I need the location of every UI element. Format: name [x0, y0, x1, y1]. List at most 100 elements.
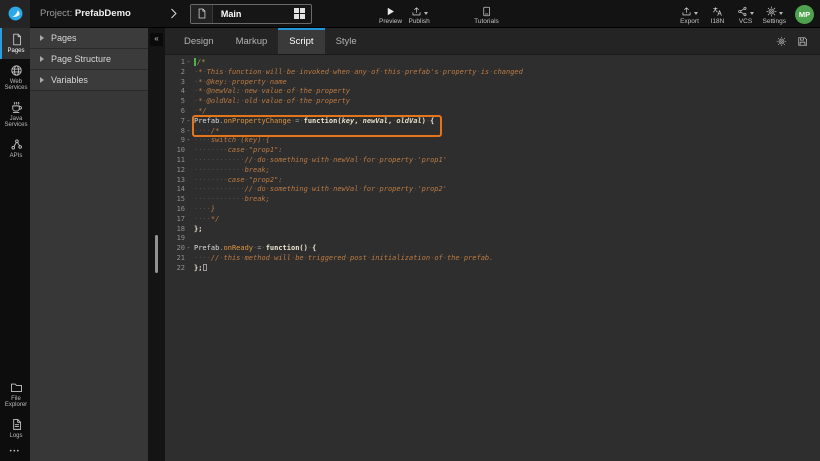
fold-marker[interactable]: -	[185, 127, 192, 137]
page-icon	[191, 5, 213, 23]
rail-item-file-explorer[interactable]: File Explorer	[0, 376, 30, 413]
fold-marker[interactable]: -	[185, 136, 192, 146]
code-line-3: 3·*·@key:·property·name	[165, 78, 820, 88]
i18n-button[interactable]: I18N	[704, 3, 732, 25]
fold-marker	[185, 87, 192, 97]
code-line-18: 18};	[165, 225, 820, 235]
caret-down-icon	[694, 12, 698, 15]
code-editor[interactable]: 1-/*2·*·This·function·will·be·invoked·wh…	[165, 55, 820, 461]
accordion-pages[interactable]: Pages	[30, 28, 148, 49]
tab-markup[interactable]: Markup	[225, 28, 279, 54]
code-lines: 1-/*2·*·This·function·will·be·invoked·wh…	[165, 58, 820, 274]
code-text: ····}	[192, 205, 215, 215]
caret-down-icon	[750, 12, 754, 15]
page-grid-icon[interactable]	[289, 8, 311, 19]
splitter-thumb[interactable]	[155, 235, 158, 273]
fold-marker[interactable]: -	[185, 58, 192, 68]
settings-button[interactable]: Settings	[760, 3, 790, 25]
export-label: Export	[680, 18, 699, 25]
branch-icon	[737, 6, 748, 17]
code-line-11: 11············//·do·something·with·newVa…	[165, 156, 820, 166]
code-text: ····//·this·method·will·be·triggered·pos…	[192, 254, 493, 264]
code-line-15: 15············break;	[165, 195, 820, 205]
panel-collapse-button[interactable]: «	[150, 33, 163, 46]
publish-label: Publish	[408, 18, 429, 25]
rail-item-web-services[interactable]: Web Services	[0, 59, 30, 96]
code-line-16: 16 ····}	[165, 205, 820, 215]
page-selector-value: Main	[213, 9, 289, 19]
publish-button[interactable]: Publish	[405, 3, 433, 25]
folder-icon	[10, 381, 23, 394]
line-number: 20	[165, 244, 185, 254]
fold-marker	[185, 185, 192, 195]
fold-marker	[185, 234, 192, 244]
line-number: 1	[165, 58, 185, 68]
fold-marker[interactable]: -	[185, 244, 192, 254]
line-number: 12	[165, 166, 185, 176]
code-line-6: 6·*/	[165, 107, 820, 117]
code-text: ····/*	[192, 127, 219, 137]
line-number: 21	[165, 254, 185, 264]
code-text: ········case·"prop1":	[192, 146, 283, 156]
panel-splitter[interactable]: «	[148, 28, 165, 461]
rail-bottom-items: File ExplorerLogs•••	[0, 376, 30, 458]
rail-item-java-services[interactable]: Java Services	[0, 96, 30, 133]
line-number: 7	[165, 117, 185, 127]
fold-marker	[185, 97, 192, 107]
line-number: 6	[165, 107, 185, 117]
code-line-21: 21 ····//·this·method·will·be·triggered·p…	[165, 254, 820, 264]
tab-style[interactable]: Style	[325, 28, 368, 54]
code-text: ·*·@oldVal:·old·value·of·the·property	[192, 97, 350, 107]
line-number: 11	[165, 156, 185, 166]
line-number: 2	[165, 68, 185, 78]
fold-marker	[185, 254, 192, 264]
logs-icon	[10, 418, 23, 431]
code-text: Prefab.onPropertyChange·=·function(key,·…	[192, 117, 434, 127]
vcs-button[interactable]: VCS	[732, 3, 760, 25]
code-text: /*	[192, 58, 205, 68]
accordion-variables[interactable]: Variables	[30, 70, 148, 91]
tutorials-button[interactable]: Tutorials	[471, 3, 502, 25]
preview-button[interactable]: Preview	[376, 3, 405, 25]
save-icon[interactable]	[797, 36, 808, 47]
tab-design[interactable]: Design	[173, 28, 225, 54]
code-line-22: 22};	[165, 264, 820, 274]
line-number: 4	[165, 87, 185, 97]
gear-icon	[766, 6, 777, 17]
code-text: };	[192, 225, 202, 235]
line-number: 8	[165, 127, 185, 137]
fold-marker[interactable]: -	[185, 117, 192, 127]
app-window: Project: PrefabDemo Main PreviewPublishT…	[0, 0, 820, 461]
rail-item-apis[interactable]: APIs	[0, 133, 30, 164]
code-text: ····*/	[192, 215, 219, 225]
line-number: 16	[165, 205, 185, 215]
settings-label: Settings	[763, 18, 787, 25]
code-line-19: 19	[165, 234, 820, 244]
app-logo[interactable]	[0, 0, 30, 28]
translate-icon	[712, 6, 723, 17]
code-text: };	[192, 264, 207, 274]
coffee-icon	[10, 101, 23, 114]
preview-label: Preview	[379, 18, 402, 25]
export-button[interactable]: Export	[676, 3, 704, 25]
editor-settings-gear-icon[interactable]	[776, 36, 787, 47]
rail-item-logs[interactable]: Logs	[0, 413, 30, 444]
topbar-left-actions: Preview Publish Tutorials	[376, 0, 502, 28]
accordion-page-structure[interactable]: Page Structure	[30, 49, 148, 70]
left-icon-rail: PagesWeb Services Java Services APIs File …	[0, 28, 30, 461]
editor-tabbar: DesignMarkupScriptStyle	[165, 28, 820, 55]
accordion-label: Page Structure	[51, 54, 111, 64]
rail-item-pages[interactable]: Pages	[0, 28, 30, 59]
more-options-button[interactable]: •••	[0, 443, 30, 457]
code-text: ····switch·(key)·{	[192, 136, 270, 146]
line-number: 18	[165, 225, 185, 235]
page-selector-dropdown[interactable]: Main	[190, 4, 312, 24]
tab-script[interactable]: Script	[278, 28, 324, 54]
code-line-7: 7-Prefab.onPropertyChange·=·function(key…	[165, 117, 820, 127]
text-cursor	[203, 264, 207, 272]
vcs-label: VCS	[739, 18, 752, 25]
code-line-14: 14············//·do·something·with·newVa…	[165, 185, 820, 195]
user-avatar[interactable]: MP	[795, 5, 814, 24]
line-number: 15	[165, 195, 185, 205]
rail-item-label: Java Services	[2, 116, 30, 129]
